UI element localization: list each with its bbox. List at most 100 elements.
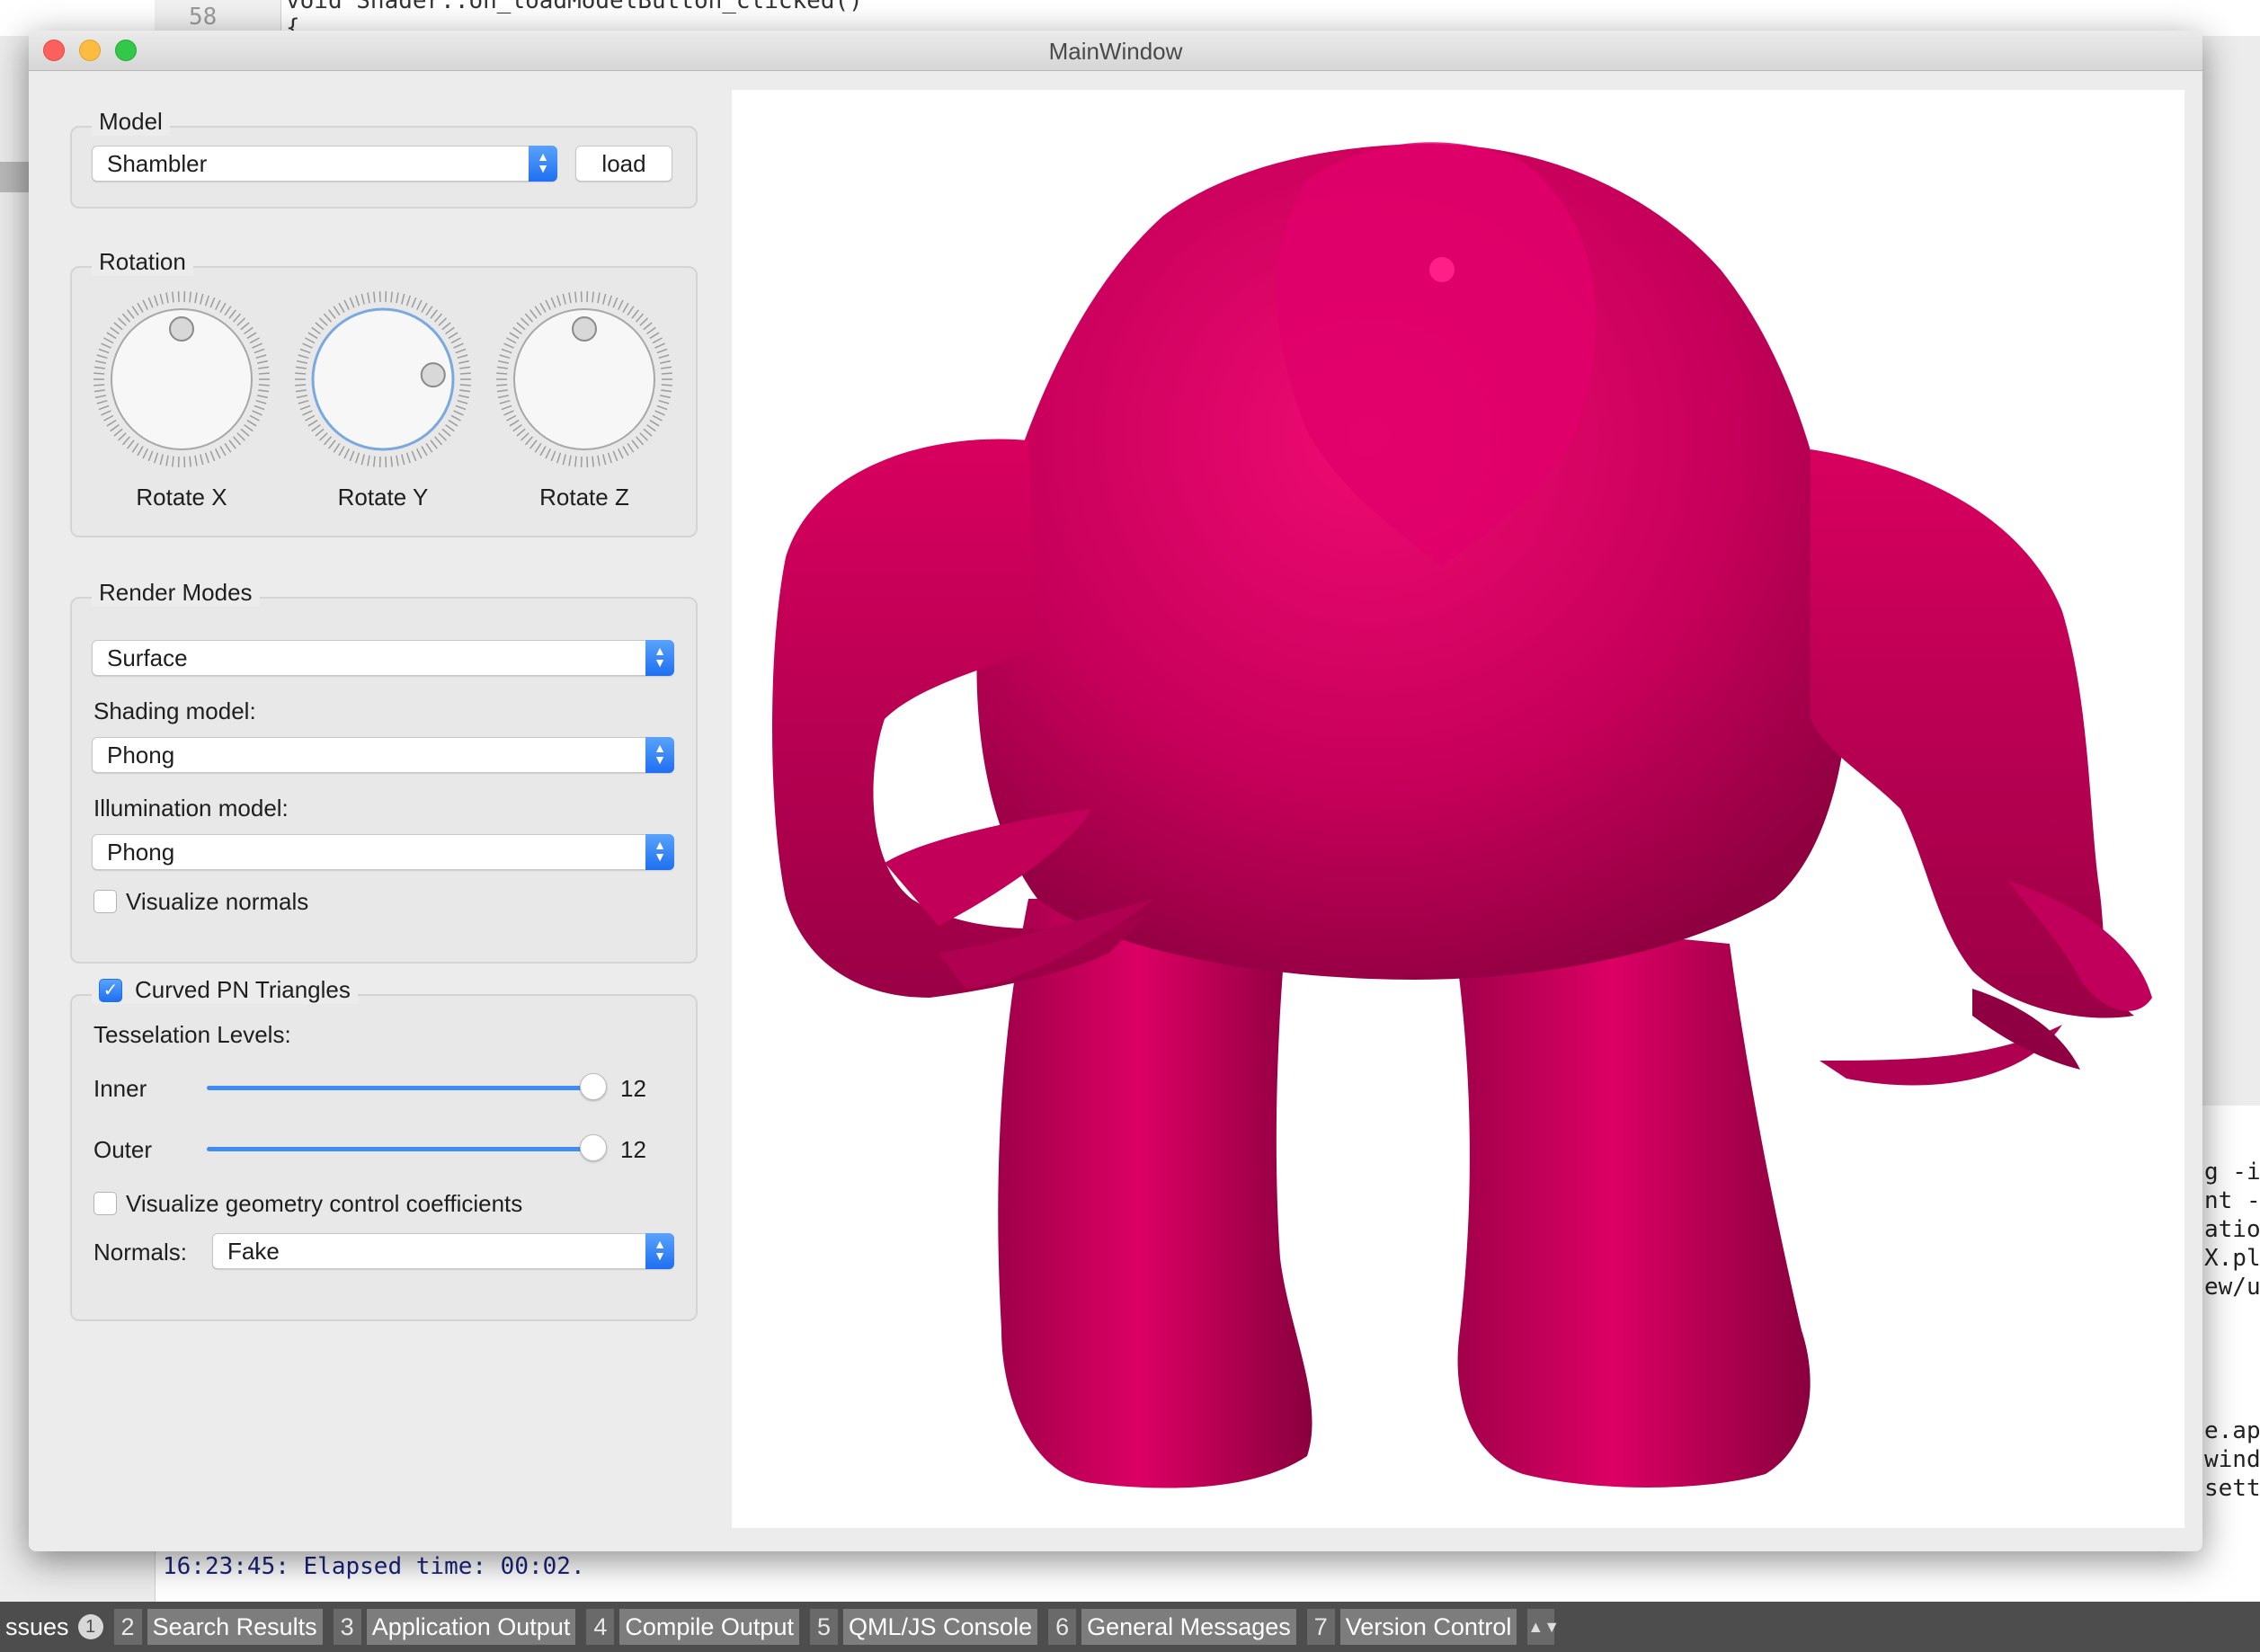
dial-tick [244,423,254,432]
pn-triangles-checkbox[interactable]: ✓ [99,978,122,1002]
title-bar[interactable]: MainWindow [29,31,2202,71]
dial-tick [643,428,653,437]
dial-tick [295,389,307,393]
ide-tab-version-control[interactable]: 7 Version Control [1306,1609,1517,1645]
dial-tick [520,317,529,326]
dial-tick [529,440,538,449]
illumination-model-select[interactable]: Phong ▲ ▼ [92,834,674,870]
shading-model-select[interactable]: Phong ▲ ▼ [92,737,674,773]
visualize-normals-checkbox[interactable] [93,890,117,913]
dial-tick [307,332,318,340]
dial-tick [516,322,526,331]
dial-tick [305,414,316,422]
dial-tick [401,454,405,466]
dial-tick [496,372,508,375]
normals-select[interactable]: Fake ▲ ▼ [212,1233,674,1269]
model-group-title: Model [92,108,170,136]
dial-tick [503,342,514,349]
dial-tick [367,292,370,304]
dial-tick [328,309,336,319]
dial-tick [255,399,267,404]
dial-tick [607,452,612,464]
window-title: MainWindow [1048,38,1183,65]
visualize-gcc-checkbox[interactable] [93,1192,117,1215]
dial-tick [307,419,318,427]
dial-tick [656,348,668,354]
pn-triangles-label: Curved PN Triangles [135,976,351,1003]
ide-output-tabbar: ssues 1 2 Search Results 3 Application Output… [0,1602,2260,1652]
model-group: Model Shambler ▲ ▼ load [70,108,698,209]
dial-tick [643,322,653,331]
dial-tick [236,317,246,326]
dial-tick [433,436,443,446]
dial-rotate-y[interactable] [293,289,473,469]
dial-tick [194,455,198,466]
dial-tick [453,342,464,349]
ide-tab-qml-js-console[interactable]: 5 QML/JS Console [809,1609,1038,1645]
dial-tick [499,354,511,360]
dial-tick [236,432,246,441]
dial-tick [209,297,216,308]
dial-tick [252,410,262,416]
dial-tick [98,404,110,411]
dial-tick [296,360,308,364]
ide-tab-application-output[interactable]: 3 Application Output [333,1609,576,1645]
inner-slider-handle[interactable] [580,1073,607,1100]
model-select-value: Shambler [107,150,208,177]
render-mode-select[interactable]: Surface ▲ ▼ [92,640,674,676]
ide-tab-label: General Messages [1081,1609,1296,1645]
dial-tick [416,448,423,459]
dial-tick [425,442,433,453]
dial-tick [165,292,169,304]
dial-tick [373,291,376,303]
dial-tick [343,448,350,459]
dial-tick [627,442,635,453]
dial-tick [568,292,572,304]
render-mode-value: Surface [107,644,188,671]
dial-tick [635,313,645,323]
dial-tick [649,332,660,340]
ide-left-marker [0,162,29,192]
dial-tick [539,302,547,313]
dial-tick [450,414,461,422]
dial-tick [338,446,345,457]
ide-tab-ssues[interactable]: ssues 1 [0,1609,103,1645]
ide-tab-compile-output[interactable]: 4 Compile Output [586,1609,799,1645]
dial-tick [459,372,471,375]
dial-tick [121,313,131,323]
ide-tab-general-messages[interactable]: 6 General Messages [1048,1609,1296,1645]
load-button[interactable]: load [575,146,672,182]
ide-tab-menu-icon[interactable]: ▲▼ [1527,1609,1560,1645]
dial-tick [131,306,139,316]
dial-tick [172,456,174,467]
dial-tick [534,306,542,316]
inner-slider-track[interactable] [207,1086,593,1090]
dial-tick [249,337,260,344]
dial-tick [411,450,417,462]
gl-viewport[interactable] [732,90,2184,1528]
outer-slider-track[interactable] [207,1147,593,1151]
rotation-group-title: Rotation [92,248,193,276]
dial-tick [618,299,624,311]
rotation-group: Rotation Rotate X Rotate Y Rotate Z [70,248,698,537]
dial-tick [315,428,325,437]
ide-tab-search-results[interactable]: 2 Search Results [113,1609,323,1645]
dial-tick [228,309,236,319]
dial-tick [661,372,672,375]
dial-tick [328,440,336,449]
model-select[interactable]: Shambler ▲ ▼ [92,146,557,182]
chevron-updown-icon: ▲ ▼ [645,1233,674,1269]
dial-rotate-z[interactable] [494,289,674,469]
dial-tick [430,440,438,449]
outer-slider-handle[interactable] [580,1134,607,1161]
dial-tick [512,423,522,432]
dial-tick [405,295,411,306]
dial-tick [652,337,663,344]
dial-tick [110,326,120,335]
dial-tick [96,399,108,404]
dial-tick [106,419,117,427]
dial-tick [298,354,309,360]
pn-triangles-group-title[interactable]: ✓ Curved PN Triangles [92,976,358,1004]
dial-tick [224,442,232,453]
dial-rotate-x[interactable] [92,289,271,469]
